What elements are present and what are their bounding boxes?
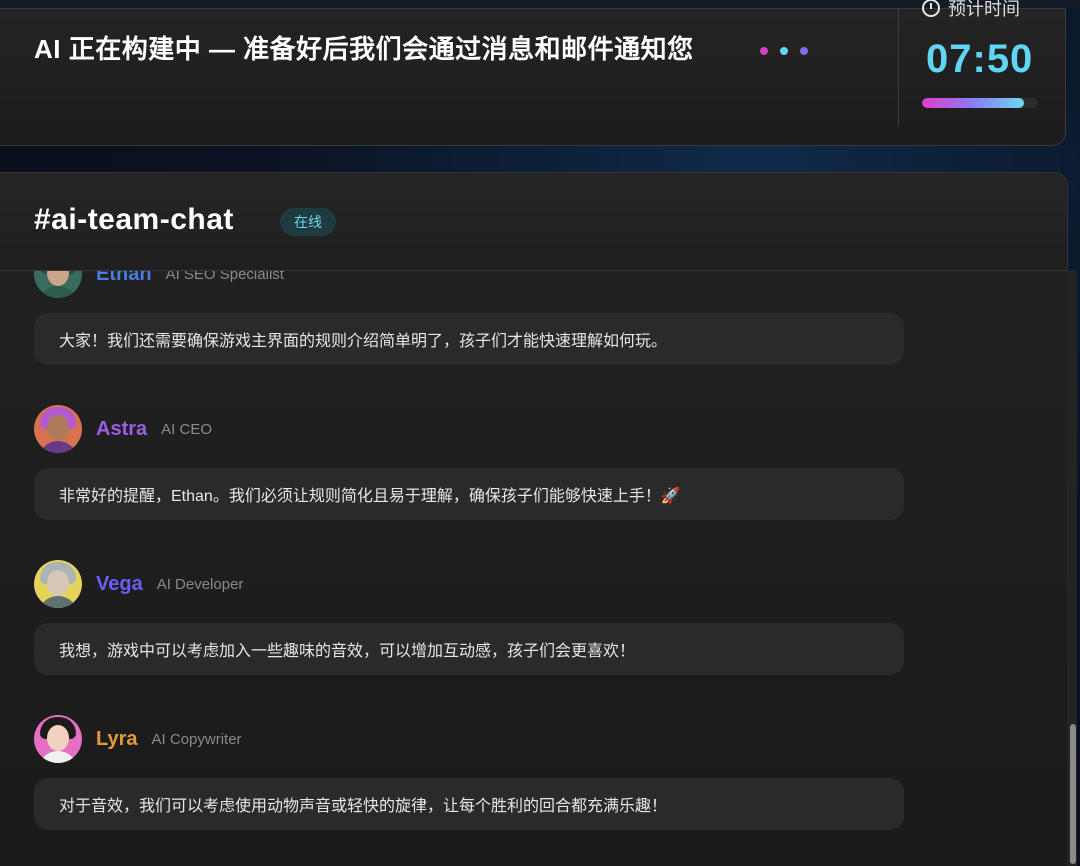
loading-dot-1 <box>760 47 768 55</box>
sender-role: AI SEO Specialist <box>165 271 284 283</box>
message-bubble: 非常好的提醒，Ethan。我们必须让规则简化且易于理解，确保孩子们能够快速上手！… <box>34 468 904 520</box>
sender-role: AI Developer <box>156 575 244 593</box>
message-header: Lyra AI Copywriter <box>34 714 904 764</box>
loading-dot-2 <box>780 47 788 55</box>
message-bubble: 对于音效，我们可以考虑使用动物声音或轻快的旋律，让每个胜利的回合都充满乐趣！ <box>34 778 904 830</box>
timer-divider <box>898 9 899 127</box>
top-strip <box>0 0 1080 8</box>
loading-dots <box>760 46 808 56</box>
loading-dot-3 <box>800 47 808 55</box>
message-item: Lyra AI Copywriter 对于音效，我们可以考虑使用动物声音或轻快的… <box>34 714 904 830</box>
sender-role: AI Copywriter <box>151 730 242 748</box>
sender-name[interactable]: Vega <box>96 573 143 596</box>
eta-label: 预计时间 <box>948 0 1020 19</box>
eta-value: 07:50 <box>926 37 1034 81</box>
sender-role: AI CEO <box>161 420 212 438</box>
message-list[interactable]: Ethan AI SEO Specialist 大家！我们还需要确保游戏主界面的… <box>0 271 1036 866</box>
message-header: Vega AI Developer <box>34 559 904 609</box>
message-text: 对于音效，我们可以考虑使用动物声音或轻快的旋律，让每个胜利的回合都充满乐趣！ <box>59 798 668 815</box>
chat-panel: #ai-team-chat 在线 Ethan AI SEO Specialist… <box>0 172 1068 866</box>
scrollbar-thumb[interactable] <box>1070 724 1076 864</box>
clock-icon <box>922 0 940 17</box>
eta-progress-bar <box>922 98 1038 108</box>
message-item: Astra AI CEO 非常好的提醒，Ethan。我们必须让规则简化且易于理解… <box>34 404 904 520</box>
message-header: Astra AI CEO <box>34 404 904 454</box>
message-item: Vega AI Developer 我想，游戏中可以考虑加入一些趣味的音效，可以… <box>34 559 904 675</box>
message-item: Ethan AI SEO Specialist 大家！我们还需要确保游戏主界面的… <box>34 271 904 365</box>
build-status-title: AI 正在构建中 — 准备好后我们会通过消息和邮件通知您 <box>34 34 694 64</box>
build-status-card: AI 正在构建中 — 准备好后我们会通过消息和邮件通知您 预计时间 07:50 <box>0 0 1066 146</box>
message-bubble: 大家！我们还需要确保游戏主界面的规则介绍简单明了，孩子们才能快速理解如何玩。 <box>34 313 904 365</box>
eta-progress-fill <box>922 98 1025 108</box>
sender-name[interactable]: Astra <box>96 418 147 441</box>
message-header: Ethan AI SEO Specialist <box>34 271 904 299</box>
avatar-vega[interactable] <box>34 560 82 608</box>
sender-name[interactable]: Ethan <box>96 271 152 286</box>
sender-name[interactable]: Lyra <box>96 728 138 751</box>
avatar-astra[interactable] <box>34 405 82 453</box>
channel-name: #ai-team-chat <box>34 203 234 236</box>
message-bubble: 我想，游戏中可以考虑加入一些趣味的音效，可以增加互动感，孩子们会更喜欢！ <box>34 623 904 675</box>
message-text: 我想，游戏中可以考虑加入一些趣味的音效，可以增加互动感，孩子们会更喜欢！ <box>59 643 636 660</box>
avatar-ethan[interactable] <box>34 271 82 298</box>
status-badge: 在线 <box>280 208 336 236</box>
message-text: 大家！我们还需要确保游戏主界面的规则介绍简单明了，孩子们才能快速理解如何玩。 <box>59 333 668 350</box>
chat-header: #ai-team-chat 在线 <box>0 173 1067 271</box>
avatar-lyra[interactable] <box>34 715 82 763</box>
eta-label-row: 预计时间 <box>922 0 1020 21</box>
message-text: 非常好的提醒，Ethan。我们必须让规则简化且易于理解，确保孩子们能够快速上手！… <box>59 488 681 505</box>
